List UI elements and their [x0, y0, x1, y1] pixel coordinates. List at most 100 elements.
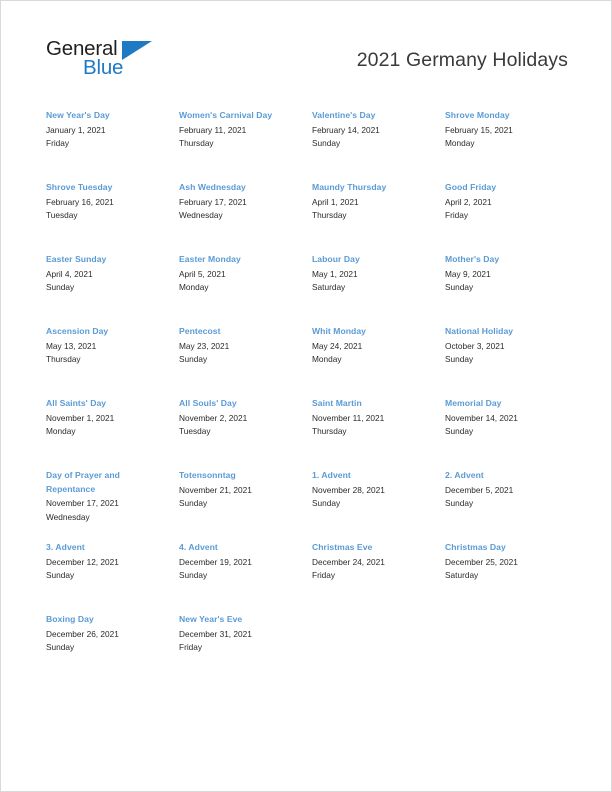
holiday-weekday: Saturday [312, 282, 346, 292]
holiday-row: Easter Sunday April 4, 2021 Sunday Easte… [46, 253, 574, 325]
holiday-entry: All Souls' Day November 2, 2021 Tuesday [179, 397, 303, 439]
holiday-name: Memorial Day [445, 398, 502, 408]
holiday-weekday: Sunday [445, 282, 474, 292]
holiday-date: November 17, 2021 [46, 498, 119, 508]
holiday-entry: Women's Carnival Day February 11, 2021 T… [179, 109, 303, 151]
holiday-date: November 14, 2021 [445, 412, 518, 423]
holiday-name: 3. Advent [46, 542, 85, 552]
holiday-date: October 3, 2021 [445, 340, 505, 351]
holiday-calendar-page: General Blue 2021 Germany Holidays New Y… [0, 0, 612, 792]
holiday-entry: Day of Prayer and Repentance November 17… [46, 469, 170, 524]
holiday-date: December 19, 2021 [179, 556, 252, 567]
holiday-weekday: Friday [312, 570, 336, 580]
holiday-date: January 1, 2021 [46, 124, 106, 135]
holiday-date: February 17, 2021 [179, 196, 247, 207]
holiday-weekday: Thursday [179, 138, 214, 148]
holiday-date: November 11, 2021 [312, 412, 385, 423]
holiday-name: Whit Monday [312, 326, 367, 336]
holiday-entry: Good Friday April 2, 2021 Friday [445, 181, 569, 223]
holiday-date: May 23, 2021 [179, 340, 230, 351]
holiday-name: Shrove Monday [445, 110, 510, 120]
holiday-weekday: Sunday [445, 426, 474, 436]
holiday-entry: Whit Monday May 24, 2021 Monday [312, 325, 436, 367]
page-title: 2021 Germany Holidays [356, 49, 568, 71]
general-blue-logo: General Blue [46, 38, 196, 85]
holiday-entry: Easter Sunday April 4, 2021 Sunday [46, 253, 170, 295]
holiday-date: February 15, 2021 [445, 124, 513, 135]
holiday-date: May 24, 2021 [312, 340, 363, 351]
holiday-name: Shrove Tuesday [46, 182, 113, 192]
holiday-date: December 31, 2021 [179, 628, 252, 639]
logo-word-blue: Blue [83, 56, 124, 79]
holiday-date: May 1, 2021 [312, 268, 358, 279]
holiday-date: December 24, 2021 [312, 556, 385, 567]
holiday-name: All Saints' Day [46, 398, 107, 408]
holiday-weekday: Monday [445, 138, 475, 148]
holiday-weekday: Wednesday [46, 511, 90, 522]
holiday-name: Ascension Day [46, 326, 109, 336]
holiday-date: November 2, 2021 [179, 412, 248, 423]
holiday-date: December 5, 2021 [445, 484, 514, 495]
holiday-name: Totensonntag [179, 470, 236, 480]
holiday-entry: Labour Day May 1, 2021 Saturday [312, 253, 436, 295]
holiday-name: Boxing Day [46, 614, 94, 624]
holiday-grid: New Year's Day January 1, 2021 Friday Wo… [46, 109, 574, 685]
holiday-entry: 4. Advent December 19, 2021 Sunday [179, 541, 303, 583]
triangle-icon [122, 41, 152, 60]
holiday-date: November 28, 2021 [312, 484, 385, 495]
holiday-row: Boxing Day December 26, 2021 Sunday New … [46, 613, 574, 685]
holiday-entry: Boxing Day December 26, 2021 Sunday [46, 613, 170, 655]
holiday-entry: 3. Advent December 12, 2021 Sunday [46, 541, 170, 583]
holiday-entry: 1. Advent November 28, 2021 Sunday [312, 469, 436, 511]
holiday-weekday: Thursday [312, 210, 347, 220]
holiday-row: All Saints' Day November 1, 2021 Monday … [46, 397, 574, 469]
holiday-name: Good Friday [445, 182, 497, 192]
holiday-entry: New Year's Day January 1, 2021 Friday [46, 109, 170, 151]
holiday-entry: National Holiday October 3, 2021 Sunday [445, 325, 569, 367]
holiday-name: Day of Prayer and Repentance [46, 470, 120, 494]
holiday-weekday: Monday [312, 354, 342, 364]
holiday-weekday: Sunday [46, 282, 75, 292]
holiday-entry: Maundy Thursday April 1, 2021 Thursday [312, 181, 436, 223]
holiday-date: May 13, 2021 [46, 340, 97, 351]
holiday-date: April 1, 2021 [312, 196, 359, 207]
holiday-date: May 9, 2021 [445, 268, 491, 279]
holiday-row: Ascension Day May 13, 2021 Thursday Pent… [46, 325, 574, 397]
page-header: General Blue 2021 Germany Holidays [1, 1, 611, 97]
holiday-date: February 16, 2021 [46, 196, 114, 207]
holiday-weekday: Friday [445, 210, 469, 220]
holiday-entry: Christmas Day December 25, 2021 Saturday [445, 541, 569, 583]
holiday-weekday: Sunday [445, 354, 474, 364]
holiday-weekday: Thursday [312, 426, 347, 436]
holiday-name: Christmas Day [445, 542, 506, 552]
holiday-name: 1. Advent [312, 470, 351, 480]
holiday-entry: Saint Martin November 11, 2021 Thursday [312, 397, 436, 439]
holiday-date: April 5, 2021 [179, 268, 226, 279]
holiday-weekday: Sunday [179, 354, 208, 364]
holiday-name: All Souls' Day [179, 398, 237, 408]
holiday-name: Women's Carnival Day [179, 110, 273, 120]
holiday-date: February 11, 2021 [179, 124, 247, 135]
holiday-weekday: Sunday [46, 570, 75, 580]
holiday-date: November 21, 2021 [179, 484, 252, 495]
holiday-name: Christmas Eve [312, 542, 373, 552]
holiday-row: 3. Advent December 12, 2021 Sunday 4. Ad… [46, 541, 574, 613]
holiday-weekday: Friday [46, 138, 70, 148]
holiday-name: Mother's Day [445, 254, 500, 264]
holiday-entry: Shrove Tuesday February 16, 2021 Tuesday [46, 181, 170, 223]
holiday-weekday: Sunday [312, 138, 341, 148]
holiday-row: New Year's Day January 1, 2021 Friday Wo… [46, 109, 574, 181]
holiday-weekday: Friday [179, 642, 203, 652]
holiday-weekday: Monday [46, 426, 76, 436]
holiday-weekday: Thursday [46, 354, 81, 364]
holiday-weekday: Sunday [179, 498, 208, 508]
holiday-entry: Christmas Eve December 24, 2021 Friday [312, 541, 436, 583]
holiday-date: December 12, 2021 [46, 556, 119, 567]
holiday-entry: New Year's Eve December 31, 2021 Friday [179, 613, 303, 655]
holiday-row: Day of Prayer and Repentance November 17… [46, 469, 574, 541]
holiday-name: Labour Day [312, 254, 360, 264]
holiday-row: Shrove Tuesday February 16, 2021 Tuesday… [46, 181, 574, 253]
holiday-name: 4. Advent [179, 542, 218, 552]
holiday-name: Maundy Thursday [312, 182, 387, 192]
holiday-name: 2. Advent [445, 470, 484, 480]
